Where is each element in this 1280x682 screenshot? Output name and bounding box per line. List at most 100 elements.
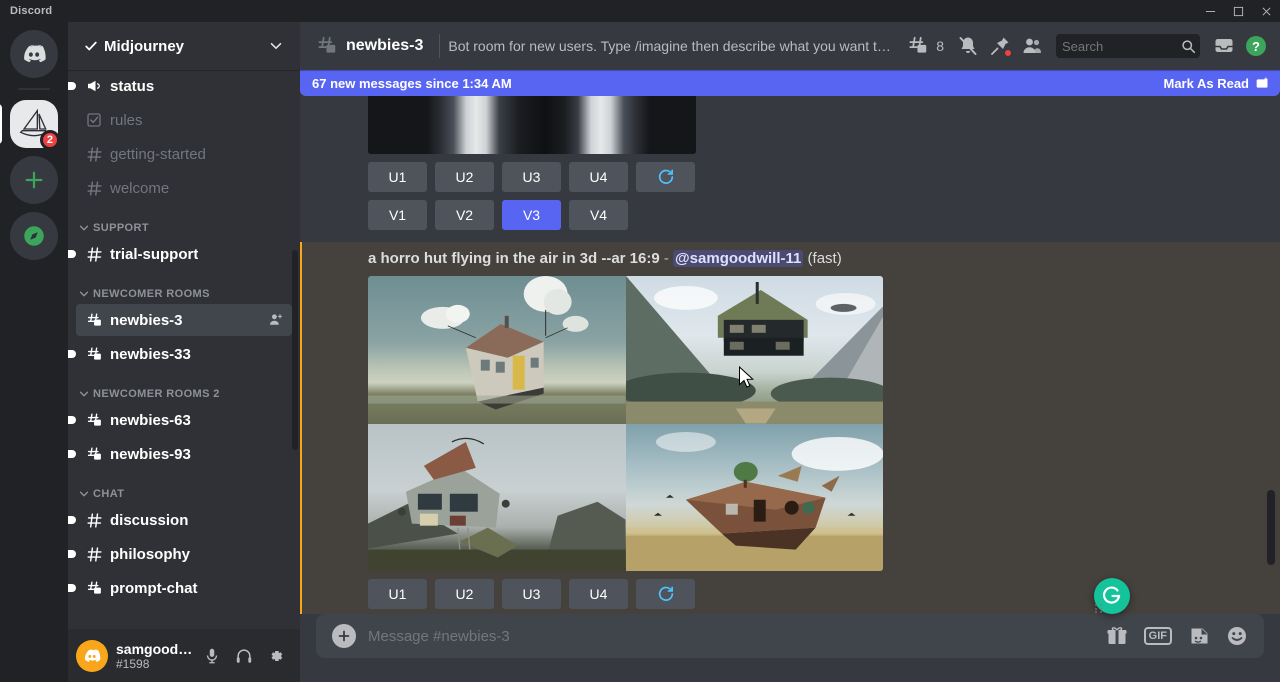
sticker-icon[interactable]	[1188, 625, 1210, 647]
generated-image-1[interactable]	[368, 276, 626, 424]
gift-icon[interactable]	[1106, 625, 1128, 647]
user-info[interactable]: samgoodw... #1598	[116, 640, 196, 671]
upscale-u4-button[interactable]: U4	[569, 579, 628, 609]
close-icon[interactable]	[1252, 0, 1280, 22]
gif-label: GIF	[1144, 627, 1172, 645]
sidebar-channel-newbies-33[interactable]: newbies-33	[76, 338, 292, 370]
gear-icon[interactable]	[260, 640, 292, 672]
sidebar-channel-label: status	[110, 78, 154, 95]
upscale-u4-button[interactable]: U4	[569, 162, 628, 192]
microphone-icon[interactable]	[196, 640, 228, 672]
sidebar-channel-newbies-3[interactable]: newbies-3	[76, 304, 292, 336]
sidebar-channel-welcome[interactable]: welcome	[76, 172, 292, 204]
sidebar-category-newcomer-rooms[interactable]: NEWCOMER ROOMS	[76, 272, 292, 304]
reroll-button[interactable]	[636, 579, 695, 609]
sidebar-channel-trial-support[interactable]: trial-support	[76, 238, 292, 270]
mark-as-read-label: Mark As Read	[1164, 76, 1250, 91]
mark-as-read-button[interactable]: Mark As Read	[1164, 76, 1271, 91]
title-bar: Discord	[0, 0, 1280, 22]
message-list[interactable]: U1 U2 U3 U4	[300, 70, 1280, 614]
new-messages-bar[interactable]: 67 new messages since 1:34 AM Mark As Re…	[300, 70, 1280, 96]
sidebar-channel-philosophy[interactable]: philosophy	[76, 538, 292, 570]
server-header-dropdown[interactable]: Midjourney	[68, 22, 300, 70]
channel-list: recent-changes status rules	[68, 70, 300, 604]
upscale-u2-button[interactable]: U2	[435, 579, 494, 609]
window-controls	[1196, 0, 1280, 22]
sidebar-channel-newbies-93[interactable]: newbies-93	[76, 438, 292, 470]
sidebar-channel-label: welcome	[110, 180, 169, 197]
inbox-icon[interactable]	[1208, 30, 1240, 62]
avatar[interactable]	[76, 640, 108, 672]
upscale-u2-button[interactable]: U2	[435, 162, 494, 192]
pin-notification-dot	[1004, 49, 1012, 57]
sidebar-category-newcomer-rooms-2[interactable]: NEWCOMER ROOMS 2	[76, 372, 292, 404]
sidebar-scrollbar[interactable]	[292, 250, 298, 450]
message-scroller: U1 U2 U3 U4	[300, 70, 1280, 614]
pin-icon[interactable]	[984, 30, 1016, 62]
message-input[interactable]	[356, 628, 1106, 645]
upscale-u3-button[interactable]: U3	[502, 579, 561, 609]
server-rail-item-explore[interactable]	[10, 212, 58, 260]
sidebar-category-support[interactable]: SUPPORT	[76, 206, 292, 238]
message-scrollbar-thumb[interactable]	[1267, 490, 1275, 565]
gif-icon[interactable]: GIF	[1144, 627, 1172, 645]
generated-image-2[interactable]	[626, 276, 884, 424]
message-content: a horro hut flying in the air in 3d --ar…	[368, 242, 1264, 272]
variation-v3-button[interactable]: V3	[502, 200, 561, 230]
help-icon[interactable]: ?	[1240, 30, 1272, 62]
server-rail-item-home[interactable]	[10, 30, 58, 78]
sidebar-channel-getting-started[interactable]: getting-started	[76, 138, 292, 170]
sidebar-channel-prompt-chat[interactable]: prompt-chat	[76, 572, 292, 604]
message-composer[interactable]: GIF	[316, 614, 1264, 658]
composer-icons: GIF	[1106, 625, 1248, 647]
threads-icon[interactable]	[902, 30, 934, 62]
discord-app-window: Discord	[0, 0, 1280, 682]
search-field[interactable]	[1062, 39, 1181, 54]
sidebar-channel-label: philosophy	[110, 546, 190, 563]
members-icon[interactable]	[1016, 30, 1048, 62]
server-rail: 2	[0, 22, 68, 682]
server-rail-item-midjourney[interactable]: 2	[10, 100, 58, 148]
upscale-u1-button[interactable]: U1	[368, 162, 427, 192]
variation-v1-button[interactable]: V1	[368, 200, 427, 230]
minimize-icon[interactable]	[1196, 0, 1224, 22]
message-image-partial[interactable]	[368, 96, 696, 154]
generated-image-4[interactable]	[626, 424, 884, 572]
search-input[interactable]	[1056, 34, 1200, 58]
message-previous: U1 U2 U3 U4	[300, 96, 1280, 242]
upscale-u1-button[interactable]: U1	[368, 579, 427, 609]
hash-icon	[84, 178, 104, 198]
speed-label: (fast)	[808, 250, 842, 267]
message-image-grid[interactable]	[368, 276, 883, 571]
bell-muted-icon[interactable]	[952, 30, 984, 62]
channel-scroll-area[interactable]: recent-changes status rules	[68, 70, 300, 629]
grammarly-widget[interactable]	[1094, 578, 1130, 614]
generated-image-3[interactable]	[368, 424, 626, 572]
reroll-button[interactable]	[636, 162, 695, 192]
sidebar-channel-label: newbies-3	[110, 312, 183, 329]
upscale-u3-button[interactable]: U3	[502, 162, 561, 192]
variation-v4-button[interactable]: V4	[569, 200, 628, 230]
sidebar-channel-discussion[interactable]: discussion	[76, 504, 292, 536]
maximize-icon[interactable]	[1224, 0, 1252, 22]
variation-button-row: V1 V2 V3 V4	[368, 200, 1264, 230]
emoji-icon[interactable]	[1226, 625, 1248, 647]
sidebar-channel-newbies-63[interactable]: newbies-63	[76, 404, 292, 436]
hash-icon	[84, 510, 104, 530]
server-rail-item-add-server[interactable]	[10, 156, 58, 204]
user-name: samgoodw...	[116, 640, 196, 658]
upscale-button-row: U1 U2 U3 U4	[368, 162, 1264, 192]
user-mention[interactable]: @samgoodwill-11	[673, 250, 803, 267]
channel-topic[interactable]: Bot room for new users. Type /imagine th…	[448, 38, 894, 54]
headset-icon[interactable]	[228, 640, 260, 672]
sidebar-channel-status[interactable]: status	[76, 70, 292, 102]
drag-handle[interactable]	[1095, 604, 1103, 614]
message-scrollbar[interactable]	[1264, 70, 1280, 614]
sidebar-channel-label: prompt-chat	[110, 580, 198, 597]
add-member-icon[interactable]	[268, 312, 284, 328]
attach-file-icon[interactable]	[332, 624, 356, 648]
sidebar-channel-rules[interactable]: rules	[76, 104, 292, 136]
sidebar-category-label: CHAT	[93, 488, 124, 500]
sidebar-category-chat[interactable]: CHAT	[76, 472, 292, 504]
variation-v2-button[interactable]: V2	[435, 200, 494, 230]
